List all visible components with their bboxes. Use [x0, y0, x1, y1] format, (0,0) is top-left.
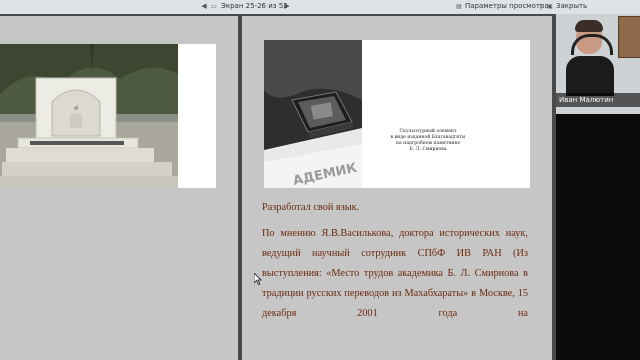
sculpture-photo-image: АДЕМИК	[264, 40, 362, 189]
page-indicator: Экран 25-26 из 52	[221, 2, 288, 10]
gravestone-photo: श्री	[0, 44, 216, 188]
page-number-mark: ◦	[541, 345, 544, 350]
slides-area: श्री АДЕМИК Скульптурный элемент в виде …	[0, 14, 556, 360]
sculpture-photo: АДЕМИК	[264, 40, 530, 189]
slide-left: श्री	[0, 16, 238, 360]
close-share-icon: ▣	[547, 3, 553, 10]
participant-hair	[575, 20, 603, 32]
caption-line: Б. Л. Смирнова	[409, 147, 447, 152]
slide-body-text: Разработал свой язык. По мнению Я.В.Васи…	[262, 198, 528, 324]
close-button[interactable]: Закрыть	[556, 2, 587, 10]
slide-right: АДЕМИК Скульптурный элемент в виде издан…	[242, 16, 552, 360]
prev-page-arrow-icon[interactable]: ◀	[199, 2, 209, 11]
participant-name: Иван Малютин	[556, 93, 640, 107]
next-page-arrow-icon[interactable]: ▶	[282, 2, 292, 11]
photo-caption: Скульптурный элемент в виде изданной Бха…	[382, 129, 474, 153]
viewer-toolbar: ◀ ▭ Экран 25-26 из 52 ▶ ▤ Параметры прос…	[0, 0, 640, 15]
gravestone-photo-image: श्री	[0, 44, 216, 188]
view-params-icon: ▤	[456, 3, 462, 10]
participant-video[interactable]: Иван Малютин	[556, 14, 640, 360]
mouse-cursor-icon	[253, 270, 262, 289]
paragraph-language: Разработал свой язык.	[262, 202, 360, 213]
svg-text:श्री: श्री	[74, 105, 80, 112]
participant-body	[566, 56, 614, 96]
screen-icon: ▭	[211, 3, 217, 10]
paragraph-vasilkov: По мнению Я.В.Василькова, доктора истори…	[262, 228, 528, 319]
picture-frame	[618, 16, 640, 58]
